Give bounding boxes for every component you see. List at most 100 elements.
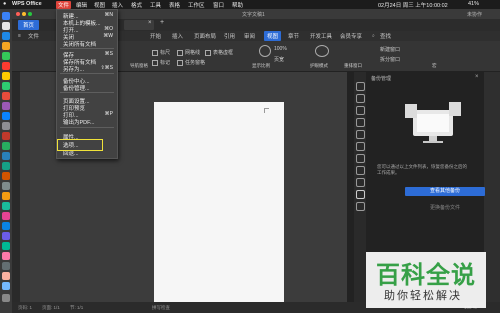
app-icon[interactable] xyxy=(2,182,10,190)
app-icon[interactable] xyxy=(2,172,10,180)
collab-status[interactable]: 未协作 xyxy=(467,11,482,18)
app-icon[interactable] xyxy=(2,272,10,280)
menu-help[interactable]: 帮助 xyxy=(232,1,243,9)
tab-reference[interactable]: 引用 xyxy=(224,32,235,40)
spell-check[interactable]: 拼写检查 xyxy=(152,305,170,311)
search-label[interactable]: 查找 xyxy=(380,32,391,40)
ruler-checkbox[interactable]: 标尺 xyxy=(152,49,170,56)
menu-item-save-as[interactable]: 另存为... xyxy=(63,65,84,73)
wechat-icon[interactable] xyxy=(2,142,10,150)
watermark-logo: 百科全说 xyxy=(376,261,476,289)
reflow-button[interactable]: 重排窗口 xyxy=(344,63,362,69)
lock-icon[interactable] xyxy=(356,166,365,175)
app-icon[interactable] xyxy=(2,262,10,270)
tab-view[interactable]: 视图 xyxy=(264,31,282,41)
tab-start[interactable]: 开始 xyxy=(150,32,161,40)
tab-member[interactable]: 会员专享 xyxy=(340,32,362,40)
finder-icon[interactable] xyxy=(2,12,10,20)
menu-view[interactable]: 视图 xyxy=(94,1,105,9)
menu-edit[interactable]: 编辑 xyxy=(76,1,87,9)
photos-icon[interactable] xyxy=(2,42,10,50)
calendar-icon[interactable] xyxy=(2,62,10,70)
page-width-button[interactable]: 页宽 xyxy=(274,56,284,63)
change-backup-button[interactable]: 更换备份文件 xyxy=(430,204,460,211)
app-icon[interactable] xyxy=(2,282,10,290)
appstore-icon[interactable] xyxy=(2,112,10,120)
menu-item-backup-manage[interactable]: 备份管理... xyxy=(63,84,90,92)
pen-icon[interactable] xyxy=(356,82,365,91)
sync-icon[interactable] xyxy=(356,202,365,211)
search-icon[interactable]: ⌕ xyxy=(372,33,375,39)
trash-icon[interactable] xyxy=(2,294,10,302)
menu-table[interactable]: 表格 xyxy=(169,1,180,9)
share-icon[interactable] xyxy=(356,154,365,163)
settings-icon[interactable] xyxy=(2,122,10,130)
messages-icon[interactable] xyxy=(2,52,10,60)
zoom-icon[interactable] xyxy=(28,12,32,16)
home-tab[interactable]: 首页 xyxy=(18,20,40,30)
new-window-button[interactable]: 新建窗口 xyxy=(380,46,400,53)
tab-developer[interactable]: 开发工具 xyxy=(310,32,332,40)
zoom-button[interactable]: 显示比例 xyxy=(252,63,270,69)
close-icon[interactable] xyxy=(16,12,20,16)
zoom-icon[interactable] xyxy=(259,45,271,57)
launchpad-icon[interactable] xyxy=(2,22,10,30)
tab-review[interactable]: 审阅 xyxy=(244,32,255,40)
view-backup-button[interactable]: 查看其他备份 xyxy=(405,187,485,196)
app-icon[interactable] xyxy=(2,192,10,200)
tab-section[interactable]: 章节 xyxy=(288,32,299,40)
qq-icon[interactable] xyxy=(2,152,10,160)
zoom-100-button[interactable]: 100% xyxy=(274,46,287,52)
clock-icon[interactable] xyxy=(356,130,365,139)
eye-icon[interactable] xyxy=(315,45,329,57)
left-tool-strip xyxy=(12,72,20,302)
notes-icon[interactable] xyxy=(2,72,10,80)
grid-icon[interactable] xyxy=(356,178,365,187)
gridline-checkbox[interactable]: 网格线 xyxy=(177,49,200,56)
app-icon[interactable] xyxy=(2,232,10,240)
app-name[interactable]: WPS Office xyxy=(12,1,42,7)
maps-icon[interactable] xyxy=(2,82,10,90)
menu-tools[interactable]: 工具 xyxy=(150,1,161,9)
shape-icon[interactable] xyxy=(356,106,365,115)
wps-icon[interactable] xyxy=(2,132,10,140)
close-panel-icon[interactable]: × xyxy=(475,74,479,80)
podcasts-icon[interactable] xyxy=(2,102,10,110)
safari-icon[interactable] xyxy=(2,32,10,40)
menu-workspace[interactable]: 工作区 xyxy=(188,1,205,9)
table-frame-checkbox[interactable]: 表格虚框 xyxy=(205,49,233,56)
tab-layout[interactable]: 页面布局 xyxy=(194,32,216,40)
menu-window[interactable]: 窗口 xyxy=(213,1,224,9)
style-icon[interactable] xyxy=(356,94,365,103)
shortcut-new: ⌘N xyxy=(104,12,113,18)
app-icon[interactable] xyxy=(2,212,10,220)
macro-button[interactable]: 宏 xyxy=(432,63,437,69)
app-icon[interactable] xyxy=(2,162,10,170)
menu-format[interactable]: 格式 xyxy=(131,1,142,9)
backup-icon[interactable] xyxy=(356,190,365,199)
menu-insert[interactable]: 插入 xyxy=(112,1,123,9)
menu-file[interactable]: 文件 xyxy=(56,0,72,9)
document-page[interactable] xyxy=(154,102,284,302)
apple-icon[interactable]: ● xyxy=(3,1,6,7)
tab-insert[interactable]: 插入 xyxy=(172,32,183,40)
share-icon[interactable] xyxy=(356,142,365,151)
format-icon[interactable] xyxy=(356,118,365,127)
split-window-button[interactable]: 拆分窗口 xyxy=(380,56,400,63)
app-icon[interactable] xyxy=(2,222,10,230)
app-icon[interactable] xyxy=(2,252,10,260)
close-tab-icon[interactable]: × xyxy=(148,20,152,26)
eye-mode-button[interactable]: 护眼模式 xyxy=(310,63,328,69)
file-button[interactable]: 文件 xyxy=(28,32,39,40)
new-tab-icon[interactable]: + xyxy=(160,19,164,26)
app-icon[interactable] xyxy=(2,242,10,250)
menu-lines-icon[interactable]: ≡ xyxy=(18,33,21,39)
menu-item-export-pdf[interactable]: 输出为PDF... xyxy=(63,118,94,126)
nav-pane-button[interactable]: 导航窗格 xyxy=(130,63,148,69)
marks-checkbox[interactable]: 标记 xyxy=(152,59,170,66)
taskpane-checkbox[interactable]: 任务窗格 xyxy=(177,59,205,66)
music-icon[interactable] xyxy=(2,92,10,100)
minimize-icon[interactable] xyxy=(22,12,26,16)
menu-item-close-all[interactable]: 关闭所有文档 xyxy=(63,40,96,48)
app-icon[interactable] xyxy=(2,202,10,210)
